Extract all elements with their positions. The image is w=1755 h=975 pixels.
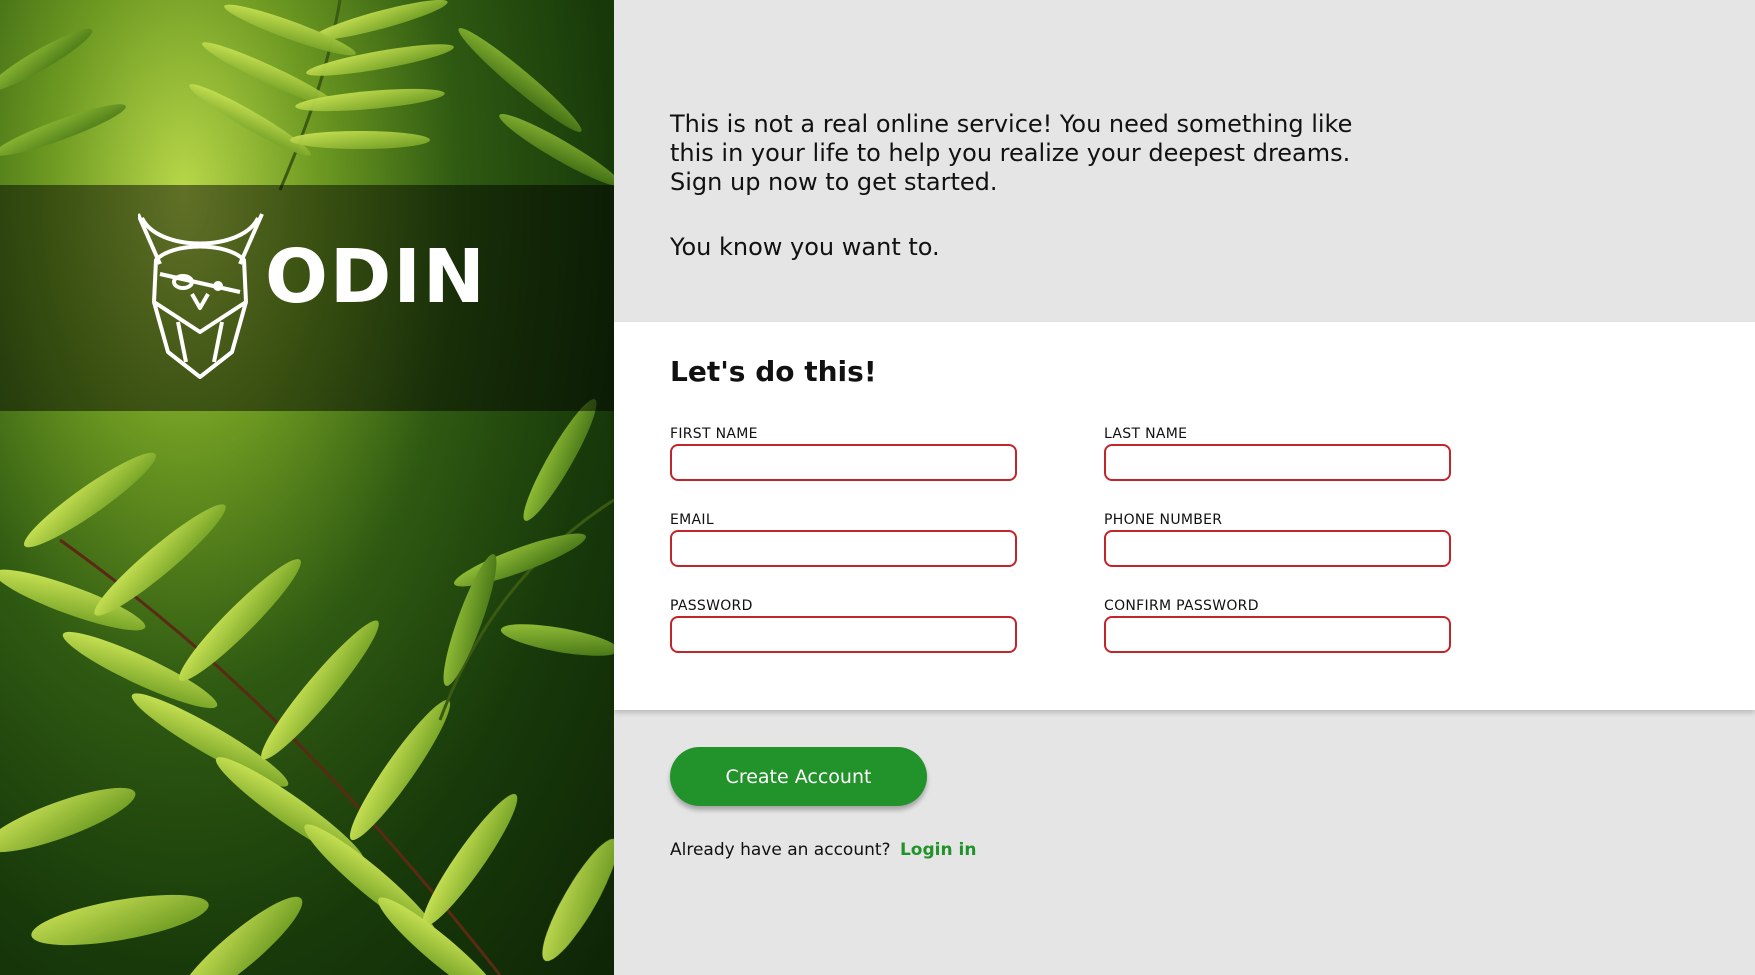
first-name-input[interactable] [670, 444, 1017, 481]
login-prompt-text: Already have an account? [670, 840, 891, 860]
form-title: Let's do this! [670, 355, 877, 388]
email-input[interactable] [670, 530, 1017, 567]
last-name-input[interactable] [1104, 444, 1451, 481]
confirm-password-label: CONFIRM PASSWORD [1104, 598, 1259, 614]
last-name-field: LAST NAME [1104, 426, 1452, 481]
intro-paragraph-2: You know you want to. [670, 233, 940, 261]
create-account-button[interactable]: Create Account [670, 747, 927, 806]
phone-input[interactable] [1104, 530, 1451, 567]
login-prompt: Already have an account? Login in [670, 840, 976, 860]
phone-label: PHONE NUMBER [1104, 512, 1223, 528]
login-link[interactable]: Login in [900, 840, 976, 860]
phone-field: PHONE NUMBER [1104, 512, 1452, 567]
email-field: EMAIL [670, 512, 1018, 567]
password-input[interactable] [670, 616, 1017, 653]
hero-image-panel: ODIN [0, 0, 614, 975]
last-name-label: LAST NAME [1104, 426, 1188, 442]
confirm-password-input[interactable] [1104, 616, 1451, 653]
password-field: PASSWORD [670, 598, 1018, 653]
email-label: EMAIL [670, 512, 714, 528]
first-name-field: FIRST NAME [670, 426, 1018, 481]
signup-form: Let's do this! FIRST NAME LAST NAME EMAI… [614, 322, 1755, 710]
brand-name: ODIN [265, 234, 487, 320]
confirm-password-field: CONFIRM PASSWORD [1104, 598, 1452, 653]
fern-foliage-image [0, 0, 614, 975]
first-name-label: FIRST NAME [670, 426, 758, 442]
password-label: PASSWORD [670, 598, 753, 614]
content-panel: This is not a real online service! You n… [614, 0, 1755, 975]
intro-text: This is not a real online service! You n… [670, 110, 1370, 262]
intro-paragraph-1: This is not a real online service! You n… [670, 110, 1353, 196]
